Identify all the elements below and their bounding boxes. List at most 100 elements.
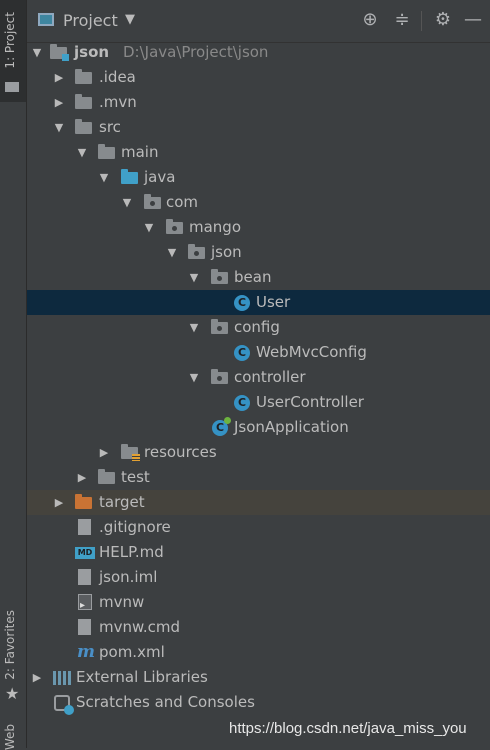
project-tab-label: 1: Project [3, 12, 17, 69]
tree-item-label: mvnw [99, 593, 145, 611]
tree-item-target[interactable]: ▶ target [27, 490, 490, 515]
tree-item-user[interactable]: C User [27, 290, 490, 315]
maven-icon: m [77, 642, 95, 662]
package-icon [211, 369, 228, 384]
tree-item-label: test [121, 468, 150, 486]
tree-item-usercontroller[interactable]: C UserController [27, 390, 490, 415]
tree-item-label: main [121, 143, 159, 161]
class-icon: C [234, 395, 250, 411]
divider [421, 11, 422, 31]
shell-script-icon [78, 593, 92, 618]
tree-item-src[interactable]: ▼ src [27, 115, 490, 140]
minimize-icon[interactable]: — [462, 9, 484, 31]
tree-item-resources[interactable]: ▶ resources [27, 440, 490, 465]
collapse-icon[interactable]: ≑ [391, 9, 413, 31]
tree-item-label: json [74, 43, 110, 61]
expand-arrow-icon[interactable]: ▼ [30, 40, 44, 65]
collapsed-arrow-icon[interactable]: ▶ [52, 65, 66, 90]
target-icon[interactable]: ⊕ [359, 9, 381, 31]
source-folder-icon [121, 169, 138, 184]
tree-item-mvn[interactable]: ▶ .mvn [27, 90, 490, 115]
folder-icon [98, 469, 115, 484]
tree-item-mango[interactable]: ▼ mango [27, 215, 490, 240]
star-icon: ★ [5, 684, 20, 703]
collapsed-arrow-icon[interactable]: ▶ [30, 665, 44, 690]
tree-item-idea[interactable]: ▶ .idea [27, 65, 490, 90]
tree-item-label: java [144, 168, 176, 186]
text-file-icon [78, 619, 91, 635]
package-icon [211, 269, 228, 284]
tree-item-label: pom.xml [99, 643, 165, 661]
tree-item-label: HELP.md [99, 543, 164, 561]
expand-arrow-icon[interactable]: ▼ [142, 215, 156, 240]
tree-item-controller[interactable]: ▼ controller [27, 365, 490, 390]
tree-item-label: WebMvcConfig [256, 343, 367, 361]
tree-item-label: Scratches and Consoles [76, 693, 255, 711]
tree-item-bean[interactable]: ▼ bean [27, 265, 490, 290]
tree-item-label: .idea [99, 68, 136, 86]
tree-item-test[interactable]: ▶ test [27, 465, 490, 490]
favorites-tab[interactable]: 2: Favorites [3, 610, 17, 680]
folder-icon [75, 69, 92, 84]
project-header: Project ▼ ⊕ ≑ ⚙ — [27, 0, 490, 43]
scratches-icon [54, 695, 74, 715]
tree-item-com[interactable]: ▼ com [27, 190, 490, 215]
expand-arrow-icon[interactable]: ▼ [52, 115, 66, 140]
tree-item-help[interactable]: MD HELP.md [27, 540, 490, 565]
collapsed-arrow-icon[interactable]: ▶ [52, 90, 66, 115]
tree-item-label: External Libraries [76, 668, 208, 686]
tree-item-main[interactable]: ▼ main [27, 140, 490, 165]
tool-window-strip: 1: Project 2: Favorites ★ Web [0, 0, 27, 750]
chevron-down-icon[interactable]: ▼ [125, 12, 135, 27]
root-path: D:\Java\Project\json [123, 43, 269, 61]
tree-item-jsonapplication[interactable]: C JsonApplication [27, 415, 490, 440]
tree-item-label: target [99, 493, 145, 511]
tree-item-label: User [256, 293, 291, 311]
tree-item-webmvcconfig[interactable]: C WebMvcConfig [27, 340, 490, 365]
package-icon [188, 244, 205, 259]
collapsed-arrow-icon[interactable]: ▶ [75, 465, 89, 490]
tree-item-root[interactable]: ▼ json D:\Java\Project\json [27, 40, 490, 65]
watermark: https://blog.csdn.net/java_miss_you [229, 720, 467, 737]
collapsed-arrow-icon[interactable]: ▶ [52, 490, 66, 515]
tree-item-label: JsonApplication [234, 418, 349, 436]
tree-item-label: com [166, 193, 199, 211]
expand-arrow-icon[interactable]: ▼ [187, 365, 201, 390]
expand-arrow-icon[interactable]: ▼ [165, 240, 179, 265]
package-icon [144, 194, 161, 209]
tree-item-gitignore[interactable]: .gitignore [27, 515, 490, 540]
markdown-file-icon: MD [75, 547, 95, 559]
folder-icon [75, 119, 92, 134]
tree-item-json-package[interactable]: ▼ json [27, 240, 490, 265]
tree-item-mvnw[interactable]: mvnw [27, 590, 490, 618]
class-icon: C [234, 345, 250, 361]
project-tool-tab[interactable]: 1: Project [0, 0, 26, 102]
tree-item-label: controller [234, 368, 306, 386]
tree-item-mvnw-cmd[interactable]: mvnw.cmd [27, 615, 490, 640]
expand-arrow-icon[interactable]: ▼ [187, 265, 201, 290]
excluded-folder-icon [75, 494, 92, 509]
gear-icon[interactable]: ⚙ [432, 9, 454, 31]
tree-item-label: json.iml [99, 568, 158, 586]
expand-arrow-icon[interactable]: ▼ [97, 165, 111, 190]
folder-icon [75, 94, 92, 109]
web-tab[interactable]: Web [3, 724, 17, 750]
package-icon [166, 219, 183, 234]
tree-item-scratches[interactable]: Scratches and Consoles [27, 690, 490, 715]
expand-arrow-icon[interactable]: ▼ [120, 190, 134, 215]
iml-file-icon [78, 569, 91, 585]
folder-icon [5, 82, 19, 92]
tree-item-label: mvnw.cmd [99, 618, 181, 636]
tree-item-label: json [211, 243, 242, 261]
expand-arrow-icon[interactable]: ▼ [187, 315, 201, 340]
expand-arrow-icon[interactable]: ▼ [75, 140, 89, 165]
package-icon [211, 319, 228, 334]
tree-item-config[interactable]: ▼ config [27, 315, 490, 340]
view-selector-title[interactable]: Project [63, 11, 118, 30]
tree-item-json-iml[interactable]: json.iml [27, 565, 490, 590]
tree-item-external-libraries[interactable]: ▶ External Libraries [27, 665, 490, 690]
tree-item-java[interactable]: ▼ java [27, 165, 490, 190]
collapsed-arrow-icon[interactable]: ▶ [97, 440, 111, 465]
folder-icon [98, 144, 115, 159]
tree-item-pom[interactable]: m pom.xml [27, 640, 490, 665]
